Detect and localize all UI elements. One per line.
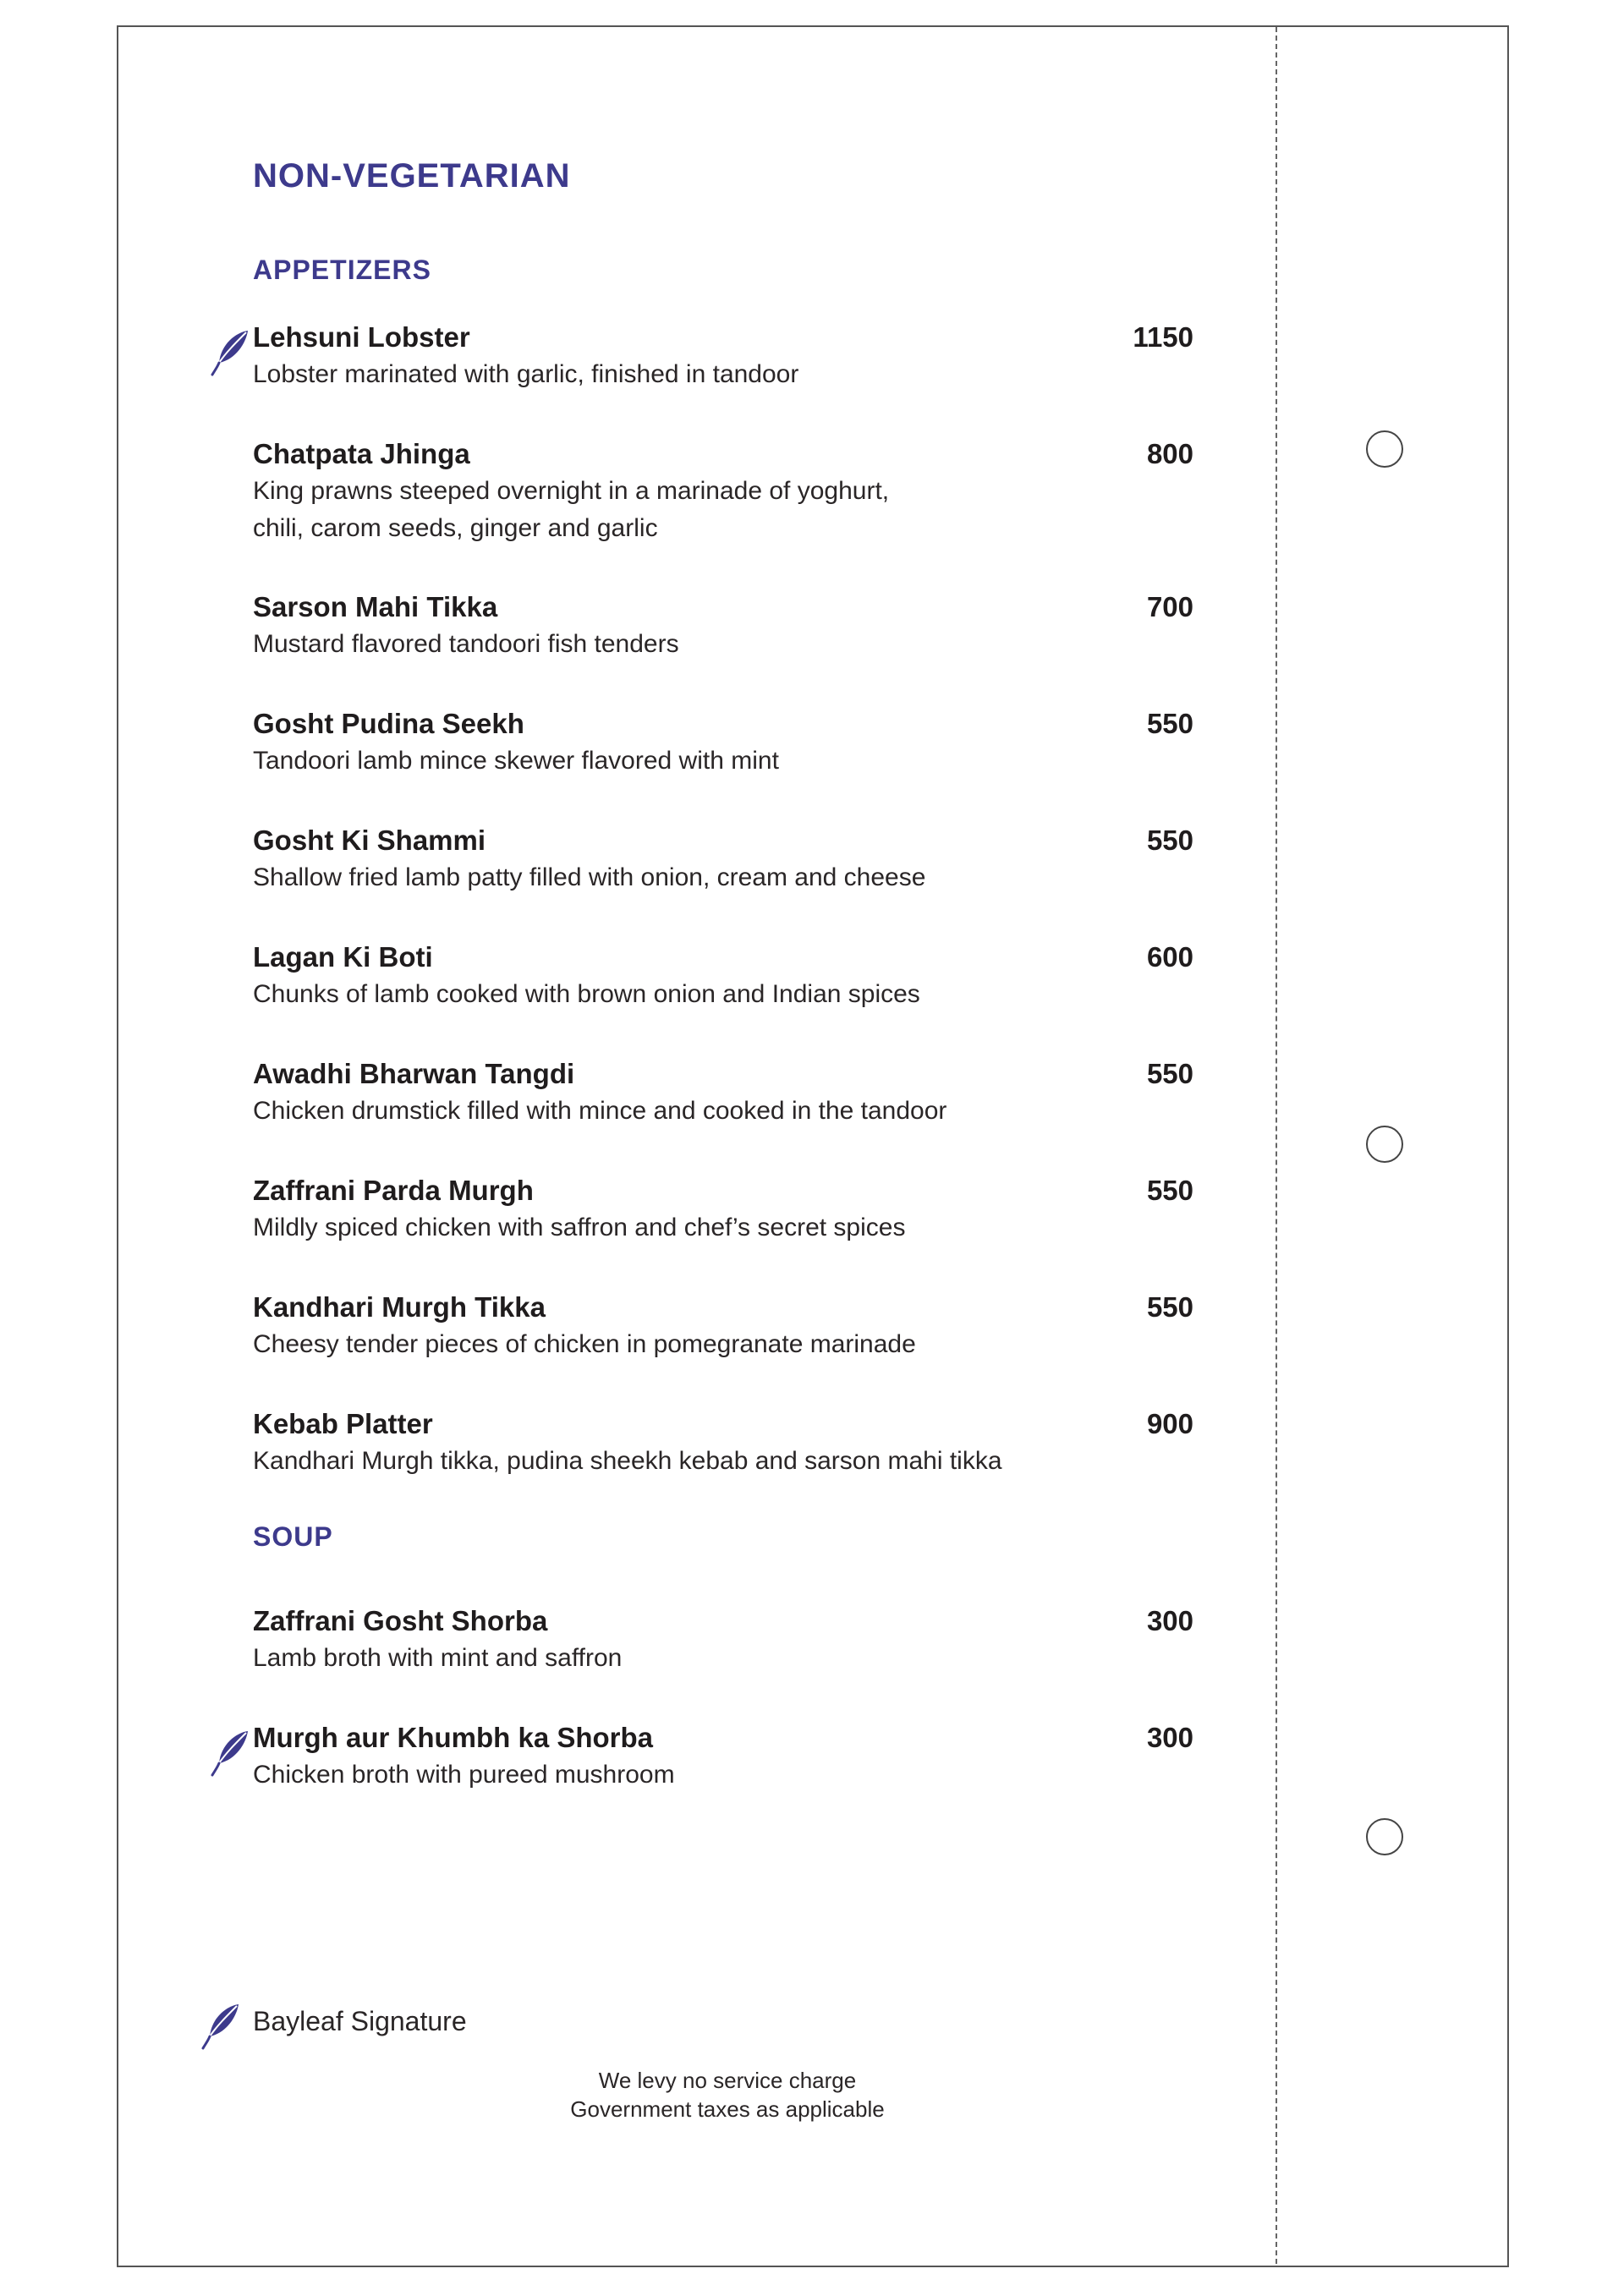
item-price: 300 xyxy=(1146,1722,1193,1753)
section-heading-soup: SOUP xyxy=(253,1521,333,1552)
menu-item: Murgh aur Khumbh ka Shorba Chicken broth… xyxy=(211,1719,1193,1794)
menu-item: Zaffrani Gosht Shorba Lamb broth with mi… xyxy=(253,1603,1193,1677)
item-name: Gosht Ki Shammi xyxy=(253,825,486,856)
item-description: Tandoori lamb mince skewer flavored with… xyxy=(253,747,779,775)
binder-hole xyxy=(1366,430,1403,468)
menu-item: Gosht Pudina Seekh Tandoori lamb mince s… xyxy=(253,705,1193,780)
menu-item: Gosht Ki Shammi Shallow fried lamb patty… xyxy=(253,822,1193,896)
item-name: Lagan Ki Boti xyxy=(253,941,433,973)
item-price: 900 xyxy=(1146,1408,1193,1439)
section-heading-appetizers: APPETIZERS xyxy=(253,255,431,285)
item-price: 550 xyxy=(1146,708,1193,739)
footer-note: We levy no service charge Government tax… xyxy=(474,2066,981,2123)
legend-label: Bayleaf Signature xyxy=(253,2006,467,2036)
item-name: Kandhari Murgh Tikka xyxy=(253,1291,546,1323)
item-description: Kandhari Murgh tikka, pudina sheekh keba… xyxy=(253,1447,1002,1475)
item-name: Gosht Pudina Seekh xyxy=(253,708,524,739)
item-name: Zaffrani Gosht Shorba xyxy=(253,1605,548,1636)
item-name: Chatpata Jhinga xyxy=(253,438,470,469)
item-description: Lamb broth with mint and saffron xyxy=(253,1644,623,1672)
item-description: Mustard flavored tandoori fish tenders xyxy=(253,630,679,658)
item-price: 1150 xyxy=(1133,321,1193,353)
item-price: 600 xyxy=(1146,941,1193,973)
item-price: 550 xyxy=(1146,1058,1193,1089)
bayleaf-icon xyxy=(201,2004,239,2050)
item-price: 550 xyxy=(1146,825,1193,856)
item-price: 550 xyxy=(1146,1175,1193,1206)
item-name: Sarson Mahi Tikka xyxy=(253,591,498,622)
bayleaf-icon xyxy=(211,1731,248,1777)
item-name: Awadhi Bharwan Tangdi xyxy=(253,1058,575,1089)
menu-item: Sarson Mahi Tikka Mustard flavored tando… xyxy=(253,589,1193,663)
menu-item: Awadhi Bharwan Tangdi Chicken drumstick … xyxy=(253,1055,1193,1130)
item-description: Cheesy tender pieces of chicken in pomeg… xyxy=(253,1330,916,1358)
item-price: 550 xyxy=(1146,1291,1193,1323)
item-description: Chicken broth with pureed mushroom xyxy=(253,1761,675,1789)
menu-item: Zaffrani Parda Murgh Mildly spiced chick… xyxy=(253,1172,1193,1247)
item-name: Kebab Platter xyxy=(253,1408,433,1439)
item-name: Zaffrani Parda Murgh xyxy=(253,1175,534,1206)
binder-hole xyxy=(1366,1126,1403,1163)
item-description: Chicken drumstick filled with mince and … xyxy=(253,1097,947,1125)
menu-item: Lehsuni Lobster Lobster marinated with g… xyxy=(211,319,1193,393)
binder-hole xyxy=(1366,1818,1403,1855)
item-name: Lehsuni Lobster xyxy=(253,321,470,353)
item-description: Mildly spiced chicken with saffron and c… xyxy=(253,1214,906,1241)
menu-item: Lagan Ki Boti Chunks of lamb cooked with… xyxy=(253,939,1193,1013)
item-description: Lobster marinated with garlic, finished … xyxy=(253,360,799,388)
item-price: 300 xyxy=(1146,1605,1193,1636)
menu-item: Kandhari Murgh Tikka Cheesy tender piece… xyxy=(253,1289,1193,1363)
page-title: NON-VEGETARIAN xyxy=(253,157,571,195)
perforation-line xyxy=(1276,27,1277,2264)
item-price: 700 xyxy=(1146,591,1193,622)
item-price: 800 xyxy=(1146,438,1193,469)
item-description: Shallow fried lamb patty filled with oni… xyxy=(253,863,926,891)
bayleaf-icon xyxy=(211,331,248,376)
item-description: King prawns steeped overnight in a marin… xyxy=(253,477,890,542)
item-name: Murgh aur Khumbh ka Shorba xyxy=(253,1722,654,1753)
service-charge-note: We levy no service charge xyxy=(598,2068,857,2093)
menu-item: Kebab Platter Kandhari Murgh tikka, pudi… xyxy=(253,1406,1193,1480)
item-description: Chunks of lamb cooked with brown onion a… xyxy=(253,980,920,1008)
taxes-note: Government taxes as applicable xyxy=(570,2096,885,2122)
menu-item: Chatpata Jhinga King prawns steeped over… xyxy=(253,436,1193,547)
